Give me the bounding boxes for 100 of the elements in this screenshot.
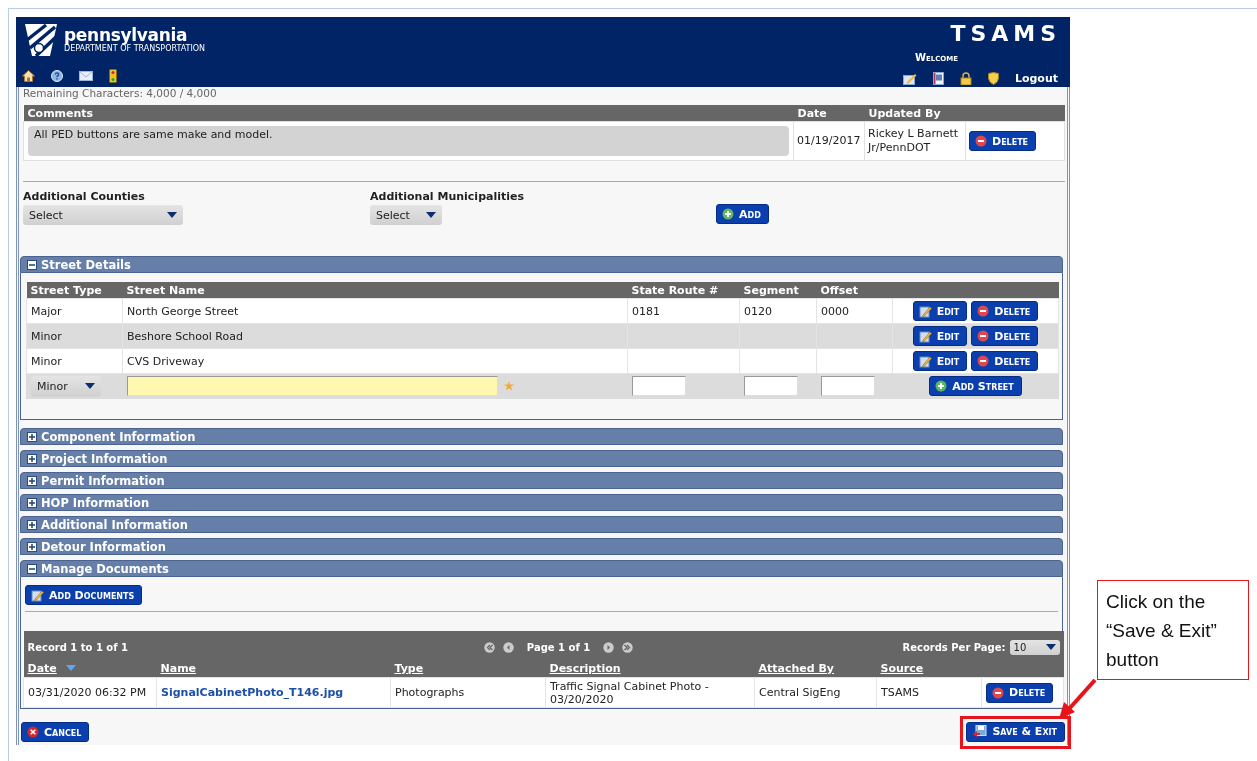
edit-icon: [31, 588, 44, 602]
table-cell: Photographs: [390, 677, 546, 708]
municipalities-dropdown[interactable]: Select: [370, 205, 442, 225]
delete-icon: [977, 305, 990, 317]
counties-dropdown[interactable]: Select: [23, 205, 183, 225]
edit-icon: [918, 304, 932, 318]
section-header[interactable]: Detour Information: [20, 538, 1063, 555]
delete-button[interactable]: Delete: [986, 682, 1054, 703]
section-header[interactable]: Permit Information: [20, 472, 1063, 489]
first-page-icon[interactable]: [483, 641, 495, 653]
segment-field[interactable]: [744, 376, 798, 396]
section-header[interactable]: Additional Information: [20, 516, 1063, 533]
edit-icon: [918, 354, 932, 368]
delete-button[interactable]: Delete: [971, 351, 1039, 371]
table-cell: 01/19/2017: [793, 121, 865, 161]
sort-link[interactable]: Type: [394, 661, 424, 675]
table-cell: North George Street: [122, 298, 628, 324]
sort-link[interactable]: Attached By: [758, 661, 835, 675]
table-cell: 0120: [739, 298, 817, 324]
section-header[interactable]: HOP Information: [20, 494, 1063, 511]
column-header: State Route #: [627, 282, 740, 299]
table-cell: Major: [26, 298, 123, 324]
brand-name: pennsylvania: [64, 26, 188, 44]
add-icon: [722, 208, 734, 220]
street-type-dropdown[interactable]: Minor: [31, 375, 101, 397]
sort-link[interactable]: Name: [160, 661, 197, 675]
column-header: Street Type: [26, 282, 123, 299]
column-header: Street Name: [122, 282, 628, 299]
street-name-field[interactable]: [127, 376, 498, 396]
next-page-icon[interactable]: [603, 641, 615, 653]
records-per-page-label: Records Per Page:: [902, 641, 1006, 653]
add-documents-button[interactable]: Add Documents: [25, 585, 143, 605]
sort-link[interactable]: Date: [27, 661, 57, 675]
delete-icon: [975, 135, 987, 147]
table-cell: TSAMS: [876, 677, 982, 708]
save-exit-button[interactable]: Save & Exit: [966, 721, 1065, 742]
delete-icon: [992, 686, 1005, 699]
field-label: Additional Counties: [23, 190, 146, 203]
table-cell: 03/31/2020 06:32 PM: [23, 677, 157, 708]
keystone-logo: [22, 22, 60, 58]
table-cell: Minor: [26, 348, 123, 374]
column-header: Offset: [816, 282, 893, 299]
delete-icon: [977, 330, 990, 342]
book-icon[interactable]: [932, 72, 944, 85]
sort-link[interactable]: Source: [880, 661, 924, 675]
delete-button[interactable]: Delete: [971, 326, 1039, 346]
page-indicator: Page 1 of 1: [526, 641, 591, 653]
traffic-light-icon[interactable]: [109, 69, 117, 83]
sort-descending-icon: [65, 665, 76, 672]
edit-profile-icon[interactable]: [902, 72, 917, 85]
dropdown-caret-icon: [426, 212, 436, 218]
remaining-characters: Remaining Characters: 4,000 / 4,000: [23, 87, 218, 101]
lock-icon[interactable]: [959, 72, 972, 85]
required-star-icon: [504, 381, 514, 391]
column-header: Updated By: [864, 105, 966, 122]
section-header[interactable]: Street Details: [20, 256, 1063, 273]
comment-text: All PED buttons are same make and model.: [28, 126, 789, 156]
add-street-button[interactable]: Add Street: [929, 376, 1022, 396]
section-header[interactable]: Project Information: [20, 450, 1063, 467]
offset-field[interactable]: [821, 376, 875, 396]
edit-icon: [918, 329, 932, 343]
add-icon: [935, 380, 948, 392]
save-icon: [972, 724, 988, 739]
previous-page-icon[interactable]: [502, 641, 514, 653]
table-cell: CVS Driveway: [122, 348, 628, 374]
cancel-button[interactable]: Cancel: [21, 722, 90, 742]
shield-icon[interactable]: [987, 72, 999, 85]
table-cell: 0000: [816, 298, 893, 324]
table-cell: Traffic Signal Cabinet Photo - 03/20/2020: [545, 677, 755, 708]
section-header[interactable]: Manage Documents: [20, 560, 1063, 577]
app-title: TSAMS: [949, 21, 1061, 46]
state-route-field[interactable]: [632, 376, 686, 396]
welcome-text: Welcome: [914, 52, 958, 63]
table-cell: Minor: [26, 323, 123, 349]
delete-button[interactable]: Delete: [971, 301, 1039, 321]
field-label: Additional Municipalities: [370, 190, 526, 203]
table-cell: Beshore School Road: [122, 323, 628, 349]
brand-subtitle: DEPARTMENT OF TRANSPORTATION: [64, 44, 206, 54]
dropdown-caret-icon: [1045, 644, 1056, 650]
table-cell: 0181: [627, 298, 740, 324]
help-icon[interactable]: [51, 70, 63, 82]
delete-button[interactable]: Delete: [969, 131, 1037, 151]
home-icon[interactable]: [22, 70, 35, 82]
callout-note: Click on the “Save & Exit” button: [1097, 580, 1249, 680]
add-button[interactable]: Add: [716, 204, 769, 224]
section-header[interactable]: Component Information: [20, 428, 1063, 445]
dropdown-caret-icon: [85, 383, 95, 389]
cancel-icon: [27, 726, 39, 738]
edit-button[interactable]: Edit: [912, 351, 968, 371]
table-cell: Rickey L Barnett Jr/PennDOT: [864, 121, 966, 161]
delete-icon: [977, 355, 990, 367]
records-per-page-dropdown[interactable]: 10: [1009, 639, 1060, 655]
record-count: Record 1 to 1 of 1: [23, 631, 391, 659]
last-page-icon[interactable]: [622, 641, 634, 653]
edit-button[interactable]: Edit: [912, 326, 968, 346]
column-header: Date: [793, 105, 865, 122]
logout-link[interactable]: Logout: [1014, 72, 1058, 85]
sort-link[interactable]: Description: [549, 661, 621, 675]
dropdown-caret-icon: [167, 212, 177, 218]
edit-button[interactable]: Edit: [912, 301, 968, 321]
